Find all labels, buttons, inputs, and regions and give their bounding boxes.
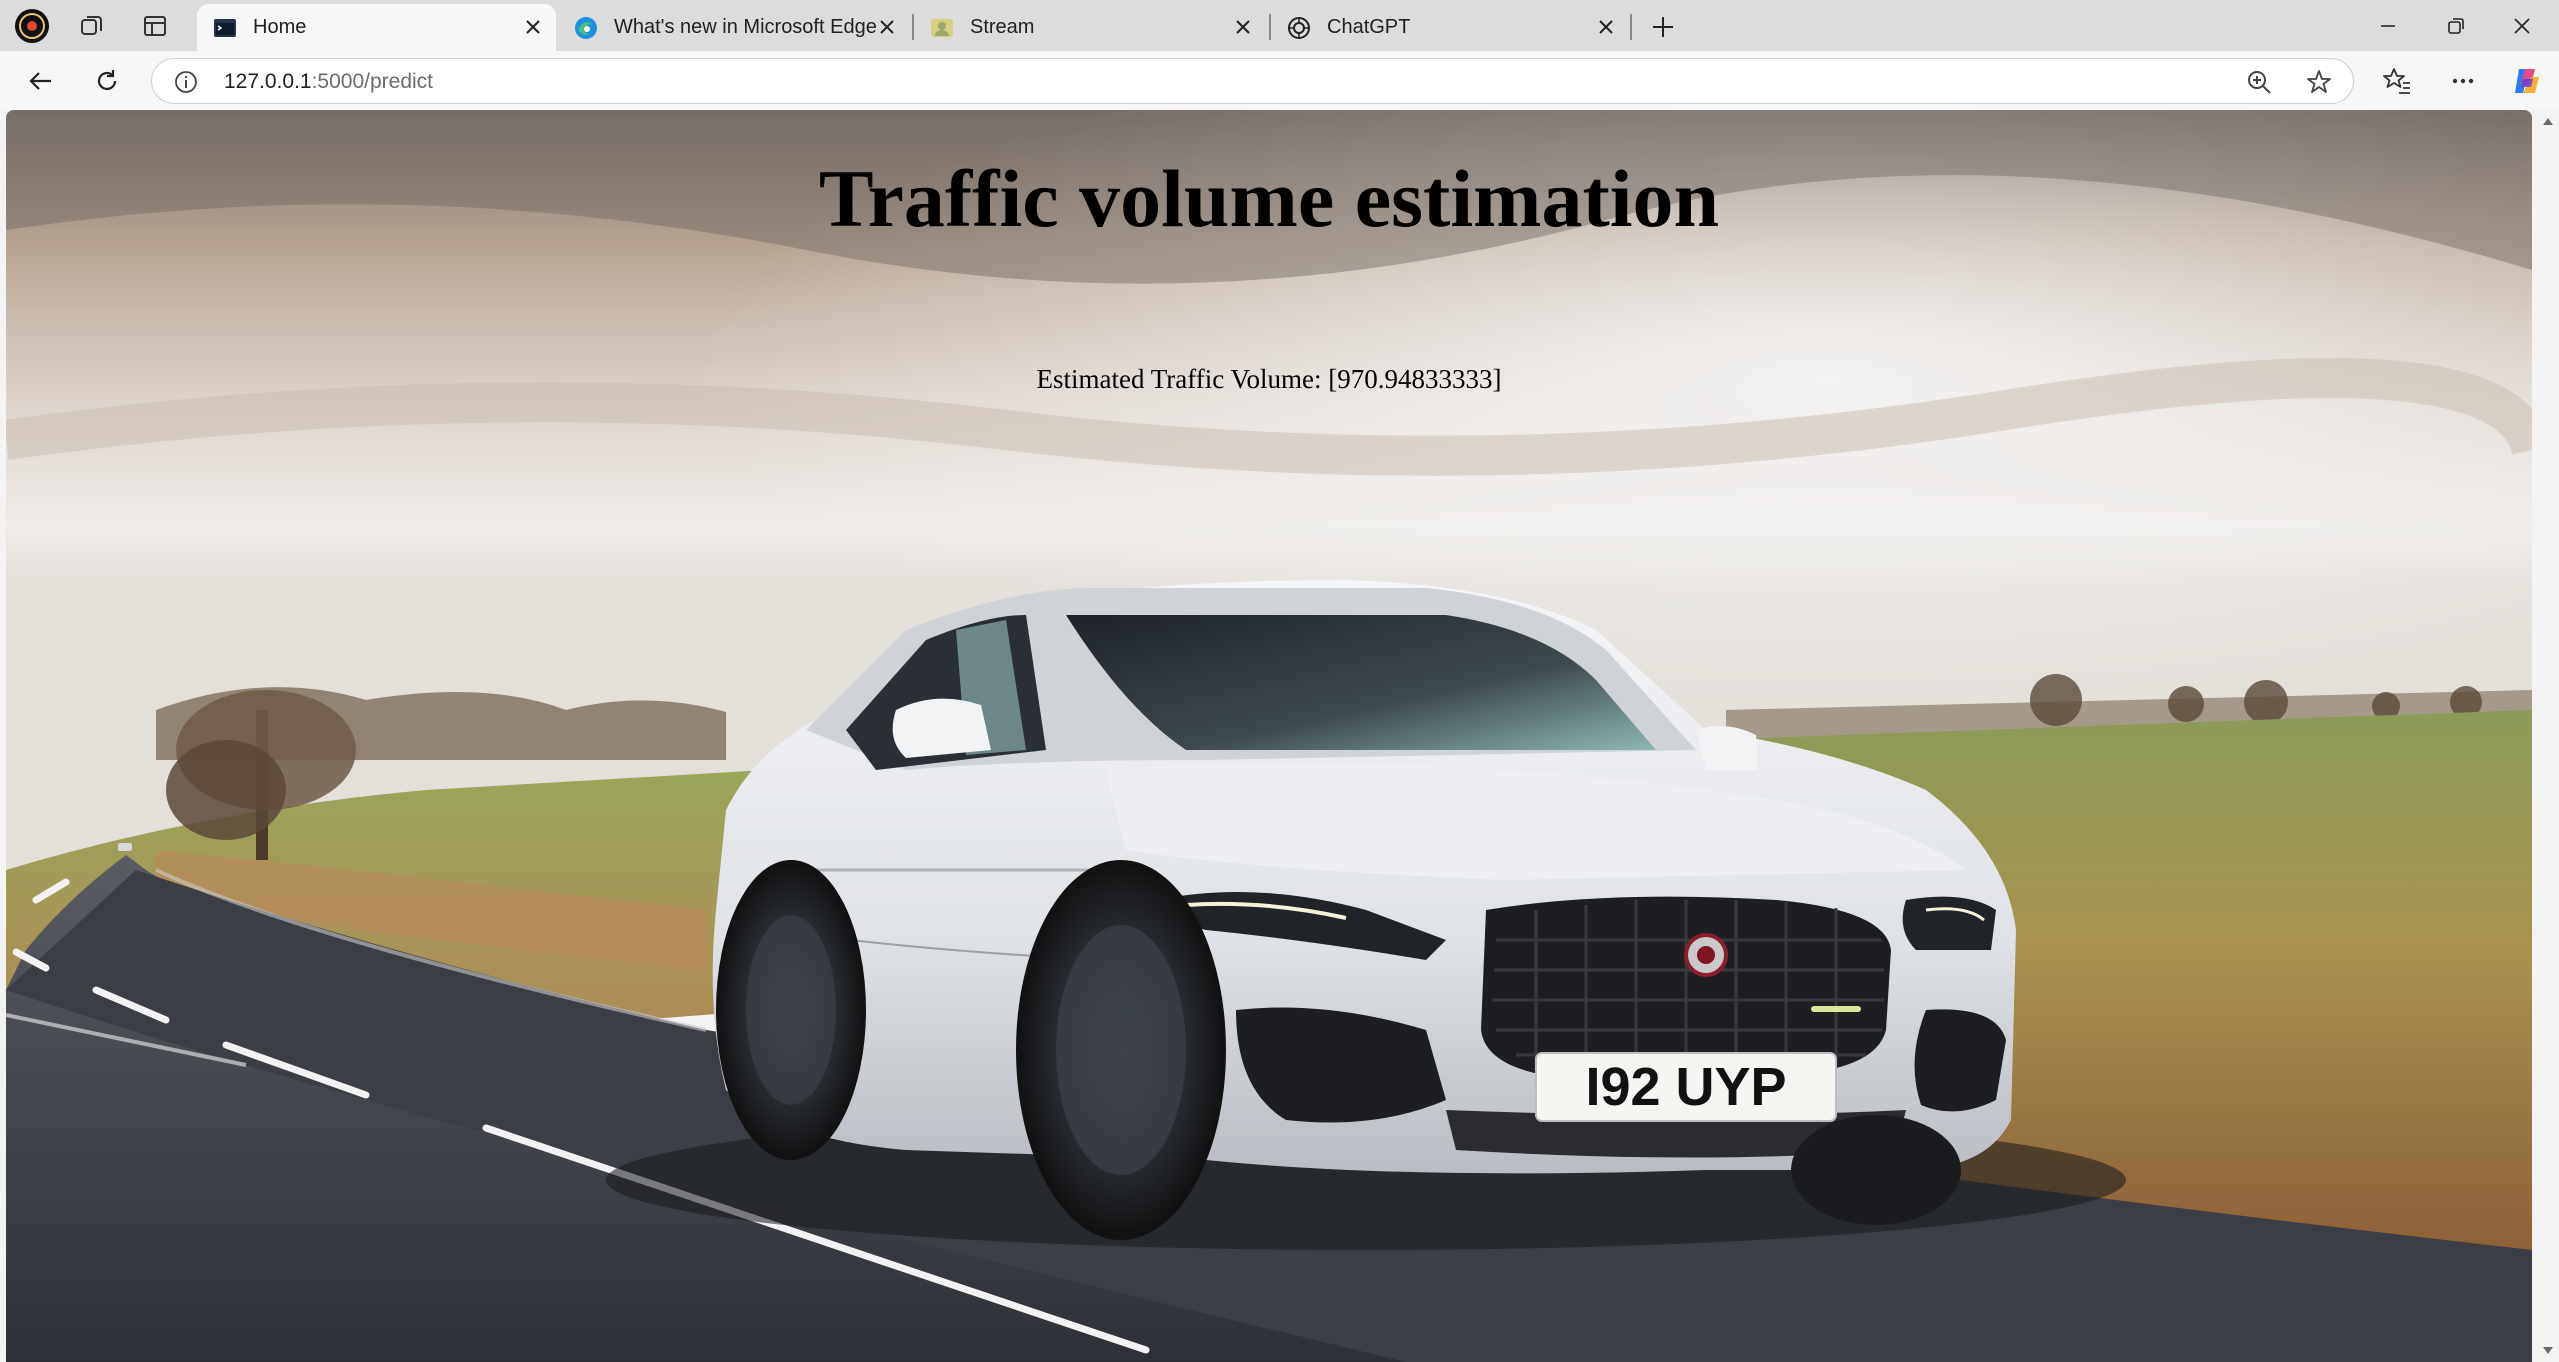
settings-menu-button[interactable] <box>2442 60 2484 102</box>
url-host: 127.0.0.1 <box>224 70 312 93</box>
tab-title: ChatGPT <box>1327 16 1411 38</box>
page-title: Traffic volume estimation <box>818 153 1720 244</box>
tab-whats-new-edge[interactable]: What's new in Microsoft Edge <box>558 4 910 51</box>
tab-home[interactable]: Home <box>197 4 556 51</box>
minimize-button[interactable] <box>2352 0 2424 51</box>
close-tab-icon[interactable] <box>522 16 544 38</box>
page-scrollbar[interactable] <box>2536 110 2559 1362</box>
tab-stream[interactable]: Stream <box>914 4 1266 51</box>
close-tab-icon[interactable] <box>1232 16 1254 38</box>
page-viewport: I92 UYP Traffic volume estimation Estima… <box>6 110 2532 1362</box>
address-toolbar: 127.0.0.1:5000/predict <box>0 51 2559 110</box>
close-icon <box>2514 17 2530 34</box>
background-car-photo: I92 UYP <box>6 110 2532 1362</box>
edge-favicon-icon <box>575 16 597 39</box>
restore-icon <box>2448 17 2464 34</box>
copilot-button[interactable] <box>2506 60 2548 102</box>
back-arrow-icon <box>29 72 51 90</box>
profile-icon <box>15 9 49 43</box>
license-plate-text: I92 UYP <box>1585 1057 1786 1117</box>
scroll-up-arrow-icon[interactable] <box>2542 116 2554 126</box>
minimize-icon <box>2381 24 2395 27</box>
new-tab-button[interactable] <box>1643 7 1683 47</box>
tab-title: What's new in Microsoft Edge <box>614 16 877 38</box>
chatgpt-favicon-icon <box>1288 16 1310 39</box>
close-tab-icon[interactable] <box>876 16 898 38</box>
address-bar[interactable]: 127.0.0.1:5000/predict <box>151 58 2354 104</box>
workspaces-button[interactable] <box>72 6 112 46</box>
copilot-icon <box>2515 69 2539 93</box>
vertical-tabs-button[interactable] <box>135 6 175 46</box>
refresh-button[interactable] <box>86 60 128 102</box>
zoom-icon[interactable] <box>2246 69 2272 95</box>
tab-title: Stream <box>970 16 1035 38</box>
more-dots-icon <box>2452 78 2474 84</box>
url-text[interactable]: 127.0.0.1:5000/predict <box>224 70 433 94</box>
close-tab-icon[interactable] <box>1595 16 1617 38</box>
tab-title: Home <box>253 16 307 38</box>
stream-favicon-icon <box>931 18 953 37</box>
site-info-icon[interactable] <box>174 70 198 94</box>
refresh-icon <box>97 70 117 90</box>
close-window-button[interactable] <box>2486 0 2558 51</box>
terminal-favicon-icon <box>214 18 236 37</box>
prediction-result: Estimated Traffic Volume: [970.94833333] <box>1036 364 1502 394</box>
tab-separator <box>1630 14 1632 40</box>
profile-avatar[interactable] <box>12 6 52 46</box>
plus-icon <box>1653 17 1673 37</box>
tab-strip: Home What's new in Microsoft Edge Stream <box>0 0 2559 51</box>
favorite-star-icon[interactable] <box>2306 69 2332 95</box>
back-button[interactable] <box>20 60 62 102</box>
tab-chatgpt[interactable]: ChatGPT <box>1271 4 1629 51</box>
restore-button[interactable] <box>2420 0 2492 51</box>
url-path: :5000/predict <box>311 70 434 93</box>
workspaces-icon <box>81 16 102 35</box>
favorites-button[interactable] <box>2376 60 2418 102</box>
scroll-down-arrow-icon[interactable] <box>2542 1346 2554 1356</box>
favorites-list-icon <box>2383 68 2410 94</box>
vertical-tabs-icon <box>144 16 166 36</box>
